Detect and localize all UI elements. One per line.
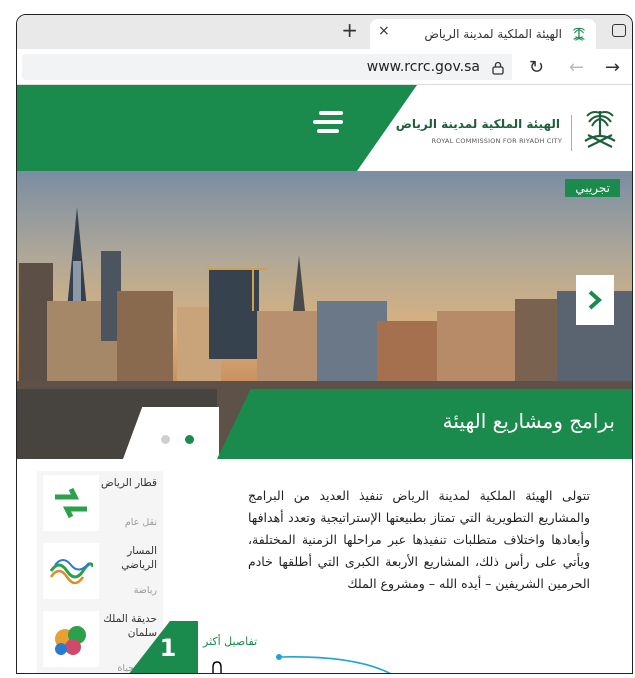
- projects-sidebar: قطار الرياض نقل عام المسار الرياضي رياضة: [37, 471, 163, 673]
- sidebar-item-riyadh-metro[interactable]: قطار الرياض نقل عام: [37, 471, 163, 539]
- lock-icon[interactable]: [492, 61, 504, 75]
- slider-dot-active[interactable]: [185, 435, 194, 444]
- back-arrow-icon[interactable]: →: [605, 57, 620, 78]
- sidebar-item-title: حديقة الملك سلمان: [103, 613, 157, 639]
- metro-icon: [43, 475, 99, 531]
- body-paragraph: تتولى الهيئة الملكية لمدينة الرياض تنفيذ…: [248, 488, 590, 591]
- sports-track-icon: [43, 543, 99, 599]
- menu-icon[interactable]: [313, 111, 343, 138]
- active-tab[interactable]: الهيئة الملكية لمدينة الرياض ×: [370, 19, 596, 49]
- hero-banner: برامج ومشاريع الهيئة: [217, 389, 632, 459]
- browser-window: الهيئة الملكية لمدينة الرياض × + → ← ↻ w…: [16, 14, 633, 674]
- site-header: الهيئة الملكية لمدينة الرياض ROYAL COMMI…: [17, 85, 632, 171]
- address-bar: → ← ↻ www.rcrc.gov.sa: [17, 49, 632, 85]
- new-tab-icon[interactable]: +: [341, 18, 358, 42]
- hero-slider: تجريبي برامج ومشاريع الهيئة: [17, 171, 632, 459]
- sidebar-item-subtitle: رياضة: [133, 585, 157, 596]
- slider-dot[interactable]: [161, 435, 170, 444]
- tab-actions-icon[interactable]: [612, 24, 626, 37]
- beta-tag: تجريبي: [565, 179, 620, 197]
- saudi-emblem-icon[interactable]: [580, 107, 620, 151]
- url-text: www.rcrc.gov.sa: [366, 59, 480, 75]
- close-icon[interactable]: ×: [378, 23, 390, 39]
- brand-name-english[interactable]: ROYAL COMMISSION FOR RIYADH CITY: [432, 137, 562, 145]
- brand-name-arabic[interactable]: الهيئة الملكية لمدينة الرياض: [396, 117, 560, 131]
- content-section: قطار الرياض نقل عام المسار الرياضي رياضة: [17, 459, 632, 673]
- tab-bar: الهيئة الملكية لمدينة الرياض × +: [17, 15, 632, 49]
- refresh-icon[interactable]: ↻: [529, 57, 544, 78]
- park-icon: [43, 611, 99, 667]
- chevron-right-icon: [588, 290, 603, 310]
- sidebar-item-title: قطار الرياض: [101, 477, 157, 489]
- more-details-link[interactable]: تفاصيل أكثر: [203, 635, 257, 648]
- brand-divider: [571, 115, 572, 151]
- forward-arrow-icon[interactable]: ←: [569, 57, 584, 78]
- header-green-band: [17, 85, 417, 171]
- hero-title: برامج ومشاريع الهيئة: [442, 409, 615, 433]
- sidebar-item-sports-track[interactable]: المسار الرياضي رياضة: [37, 539, 163, 607]
- palm-emblem-icon: [573, 27, 585, 41]
- sidebar-item-subtitle: نقل عام: [124, 517, 157, 528]
- slider-next-button[interactable]: [576, 275, 614, 325]
- tab-title: الهيئة الملكية لمدينة الرياض: [424, 27, 562, 41]
- sidebar-item-title: المسار الرياضي: [121, 545, 157, 571]
